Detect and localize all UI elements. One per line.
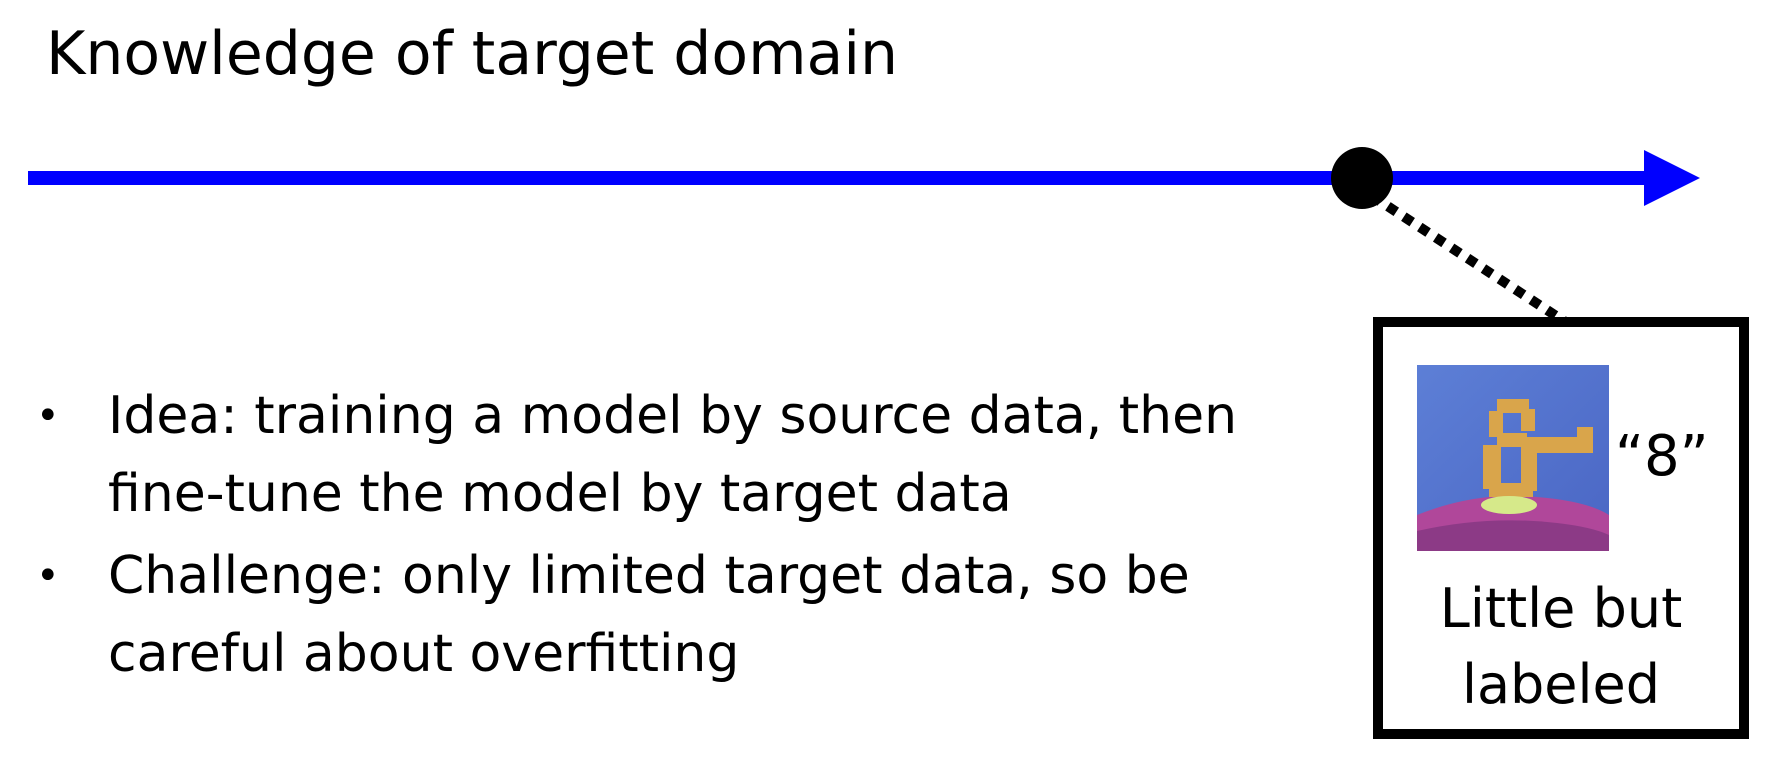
bullet-text: Challenge: only limited target data, so … bbox=[108, 546, 1190, 684]
example-label: “8” bbox=[1615, 424, 1709, 489]
knowledge-axis-arrowhead bbox=[1644, 150, 1700, 206]
caption-line: labeled bbox=[1461, 653, 1661, 716]
axis-position-marker bbox=[1331, 147, 1393, 209]
bullet-item-idea: • Idea: training a model by source data,… bbox=[24, 377, 1264, 533]
bullet-item-challenge: • Challenge: only limited target data, s… bbox=[24, 537, 1264, 693]
caption-line: Little but bbox=[1439, 577, 1683, 640]
bullet-dot-icon: • bbox=[36, 553, 60, 599]
bullet-text: Idea: training a model by source data, t… bbox=[108, 386, 1238, 524]
target-example-box: “8” Little but labeled bbox=[1373, 317, 1749, 739]
bullet-dot-icon: • bbox=[36, 393, 60, 439]
example-caption: Little but labeled bbox=[1383, 571, 1739, 723]
dotted-connector bbox=[1369, 191, 1573, 330]
digit-8-thumbnail bbox=[1417, 365, 1609, 551]
bullet-list: • Idea: training a model by source data,… bbox=[24, 377, 1264, 697]
